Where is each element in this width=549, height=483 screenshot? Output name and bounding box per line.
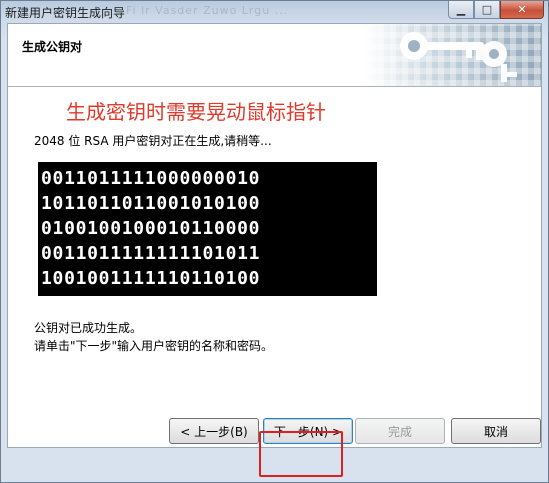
success-message: 公钥对已成功生成。 [34, 321, 143, 335]
minimize-icon: ▁ [456, 3, 466, 16]
key-icon [400, 32, 517, 82]
binary-row: 0011011111111101011 [41, 243, 261, 264]
generation-status: 2048 位 RSA 用户密钥对正在生成,请稍等... [34, 134, 272, 148]
window-title: 新建用户密钥生成向导 [5, 6, 126, 20]
wizard-header: 生成公钥对 [8, 24, 541, 87]
binary-row: 1011011011001010100 [41, 193, 261, 214]
close-button[interactable]: ✕ [500, 1, 544, 19]
instruction-message: 请单击"下一步"输入用户密钥的名称和密码。 [34, 339, 274, 353]
binary-row: 1001001111110110100 [41, 268, 261, 289]
maximize-icon: □ [481, 3, 493, 16]
banner-image [366, 24, 541, 86]
wizard-window: 新建用户密钥生成向导 Fi lr Vasder Zuwo Lrgu ... ▁ … [0, 0, 549, 483]
maximize-button[interactable]: □ [474, 1, 500, 19]
back-button[interactable]: < 上一步(B) [169, 418, 259, 444]
binary-row: 0100100100010110000 [41, 218, 261, 239]
random-data-display: 0011011111000000010 1011011011001010100 … [38, 162, 377, 296]
wizard-content: 生成公钥对 生成密钥时需要晃动鼠标指针 2048 位 RSA 用户密钥对正在生成… [7, 23, 542, 448]
binary-row: 0011011111000000010 [41, 168, 261, 189]
minimize-button[interactable]: ▁ [448, 1, 474, 19]
finish-button: 完成 [355, 418, 445, 444]
title-bar: 新建用户密钥生成向导 Fi lr Vasder Zuwo Lrgu ... ▁ … [1, 1, 548, 23]
next-button[interactable]: 下一步(N) > [263, 418, 353, 444]
page-title: 生成公钥对 [22, 40, 83, 54]
close-icon: ✕ [517, 3, 527, 16]
title-background-text: Fi lr Vasder Zuwo Lrgu ... [126, 4, 289, 17]
cancel-button[interactable]: 取消 [451, 418, 541, 444]
annotation-text: 生成密钥时需要晃动鼠标指针 [66, 100, 326, 124]
window-controls: ▁ □ ✕ [448, 1, 544, 19]
